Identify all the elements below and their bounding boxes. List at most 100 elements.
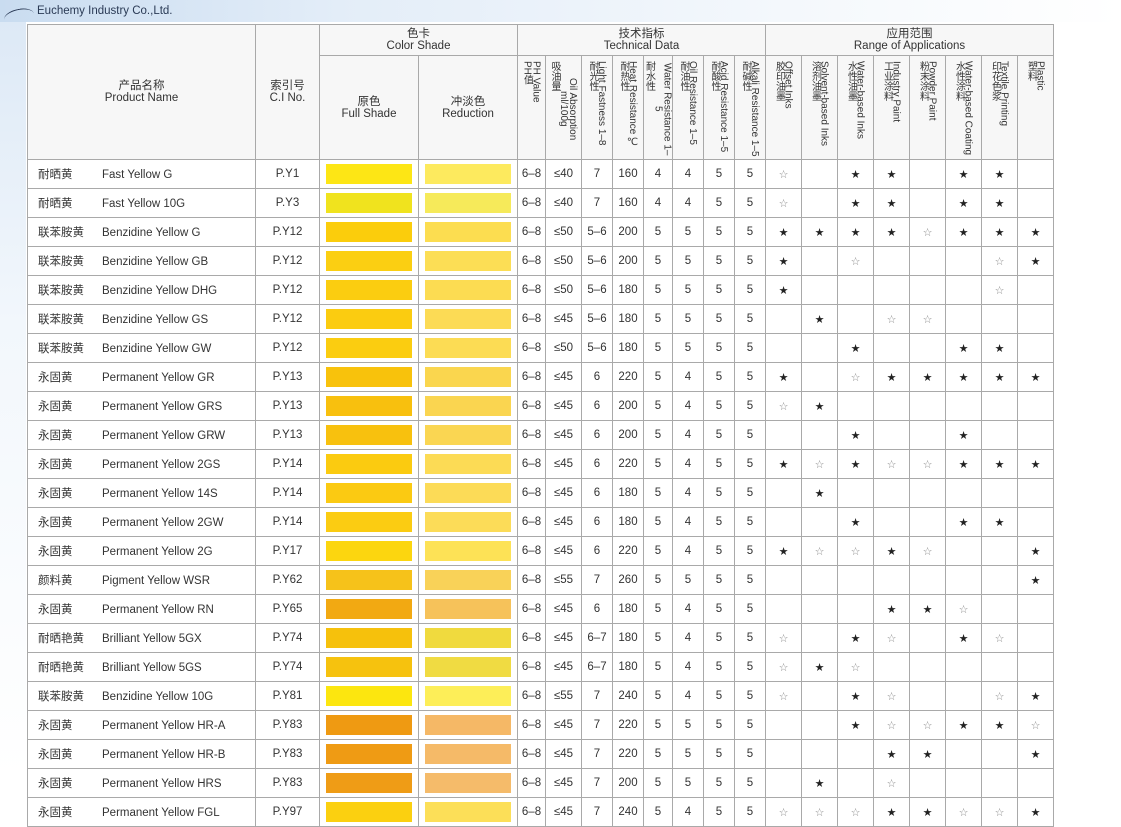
app-empty-cell	[801, 710, 838, 740]
tech-value: 5	[734, 304, 766, 334]
tech-value: 220	[612, 710, 644, 740]
tech-value: 7	[581, 565, 613, 595]
tech-value: 5	[643, 333, 673, 363]
app-empty-cell	[909, 333, 946, 363]
tech-value: 5	[734, 478, 766, 508]
product-name-cell: 联苯胺黄 Benzidine Yellow G	[27, 217, 256, 247]
full-shade-cell	[319, 594, 419, 624]
tech-value: ≤45	[545, 594, 582, 624]
tech-value: ≤45	[545, 797, 582, 827]
ci-number: P.Y14	[255, 478, 320, 508]
open-star-icon: ☆	[765, 391, 802, 421]
product-name-en: Brilliant Yellow 5GS	[102, 662, 202, 674]
tech-column-header: 耐油性 Oil Resistance 1–5	[672, 55, 704, 160]
tech-value: 5	[643, 507, 673, 537]
product-name-en: Permanent Yellow 2G	[102, 546, 213, 558]
header-full-shade: 原色 Full Shade	[319, 55, 419, 160]
app-column-label: 水性油墨 Water-based Inks	[839, 58, 873, 158]
product-name-cn: 耐晒黄	[38, 198, 73, 210]
tech-value: 5	[703, 246, 735, 276]
reduction-cell	[418, 797, 518, 827]
open-star-icon: ☆	[873, 623, 910, 653]
tech-value: 5	[643, 246, 673, 276]
reduction-swatch	[425, 570, 511, 590]
full-shade-cell	[319, 449, 419, 479]
filled-star-icon: ★	[981, 362, 1018, 392]
tech-value: 5	[643, 391, 673, 421]
header-product-name-cn: 产品名称	[118, 80, 165, 92]
app-empty-cell	[837, 275, 874, 305]
table-row: 颜料黄 Pigment Yellow WSR P.Y62 6–8 ≤55 7 260 5 5 5 5…	[27, 565, 1054, 595]
tech-value: 5	[734, 159, 766, 189]
tech-value: 4	[672, 188, 704, 218]
tech-column-label-en: Alkali Resistance 1–5	[749, 60, 760, 157]
app-empty-cell	[945, 478, 982, 508]
header-reduction: 冲淡色 Reduction	[418, 55, 518, 160]
reduction-cell	[418, 507, 518, 537]
tech-value: 200	[612, 246, 644, 276]
product-name-en: Permanent Yellow FGL	[102, 807, 220, 819]
filled-star-icon: ★	[981, 217, 1018, 247]
tech-value: 220	[612, 739, 644, 769]
app-column-header: 溶剂油墨 Solvent-based Inks	[801, 55, 838, 160]
tech-value: 5	[734, 391, 766, 421]
tech-column-label-en: Light Fastness 1–8	[596, 60, 607, 146]
tech-value: 4	[672, 420, 704, 450]
tech-column-label-en: Water Resistance 1–5	[652, 62, 673, 156]
reduction-swatch	[425, 599, 511, 619]
full-shade-swatch	[326, 744, 412, 764]
product-name-cn: 永固黄	[38, 778, 73, 790]
reduction-swatch	[425, 454, 511, 474]
app-empty-cell	[873, 391, 910, 421]
table-row: 永固黄 Permanent Yellow 2G P.Y17 6–8 ≤45 6 220 5 4 5…	[27, 536, 1054, 566]
app-empty-cell	[909, 478, 946, 508]
tech-value: 5	[672, 217, 704, 247]
filled-star-icon: ★	[873, 188, 910, 218]
filled-star-icon: ★	[765, 246, 802, 276]
app-empty-cell	[765, 333, 802, 363]
filled-star-icon: ★	[1017, 449, 1054, 479]
tech-value: 4	[672, 681, 704, 711]
full-shade-swatch	[326, 251, 412, 271]
reduction-cell	[418, 217, 518, 247]
tech-value: ≤45	[545, 304, 582, 334]
tech-value: 5–6	[581, 217, 613, 247]
app-column-label-en: Water-based Inks	[854, 60, 866, 139]
app-empty-cell	[945, 739, 982, 769]
tech-value: 4	[672, 507, 704, 537]
app-empty-cell	[909, 391, 946, 421]
ci-number: P.Y12	[255, 304, 320, 334]
full-shade-cell	[319, 768, 419, 798]
tech-value: 5–6	[581, 304, 613, 334]
tech-value: 5	[643, 449, 673, 479]
ci-number: P.Y62	[255, 565, 320, 595]
tech-value: ≤45	[545, 536, 582, 566]
tech-value: 5	[703, 768, 735, 798]
reduction-cell	[418, 623, 518, 653]
product-name-cell: 永固黄 Permanent Yellow FGL	[27, 797, 256, 827]
tech-value: 5	[672, 739, 704, 769]
tech-value: 6–8	[517, 594, 546, 624]
app-empty-cell	[909, 159, 946, 189]
app-column-label: 水性涂料 Water-based Coating	[947, 58, 981, 158]
full-shade-cell	[319, 739, 419, 769]
open-star-icon: ☆	[765, 188, 802, 218]
tech-value: ≤40	[545, 188, 582, 218]
app-empty-cell	[873, 507, 910, 537]
filled-star-icon: ★	[945, 449, 982, 479]
reduction-swatch	[425, 541, 511, 561]
filled-star-icon: ★	[873, 536, 910, 566]
full-shade-cell	[319, 507, 419, 537]
reduction-cell	[418, 594, 518, 624]
full-shade-cell	[319, 159, 419, 189]
tech-value: 160	[612, 188, 644, 218]
table-row: 联苯胺黄 Benzidine Yellow DHG P.Y12 6–8 ≤50 5–6 18…	[27, 275, 1054, 305]
filled-star-icon: ★	[981, 159, 1018, 189]
tech-value: 6–8	[517, 420, 546, 450]
table-row: 永固黄 Permanent Yellow HR-B P.Y83 6–8 ≤45 7 220 5…	[27, 739, 1054, 769]
product-name-en: Benzidine Yellow G	[102, 227, 201, 239]
app-empty-cell	[909, 188, 946, 218]
full-shade-cell	[319, 275, 419, 305]
app-empty-cell	[837, 304, 874, 334]
open-star-icon: ☆	[801, 536, 838, 566]
